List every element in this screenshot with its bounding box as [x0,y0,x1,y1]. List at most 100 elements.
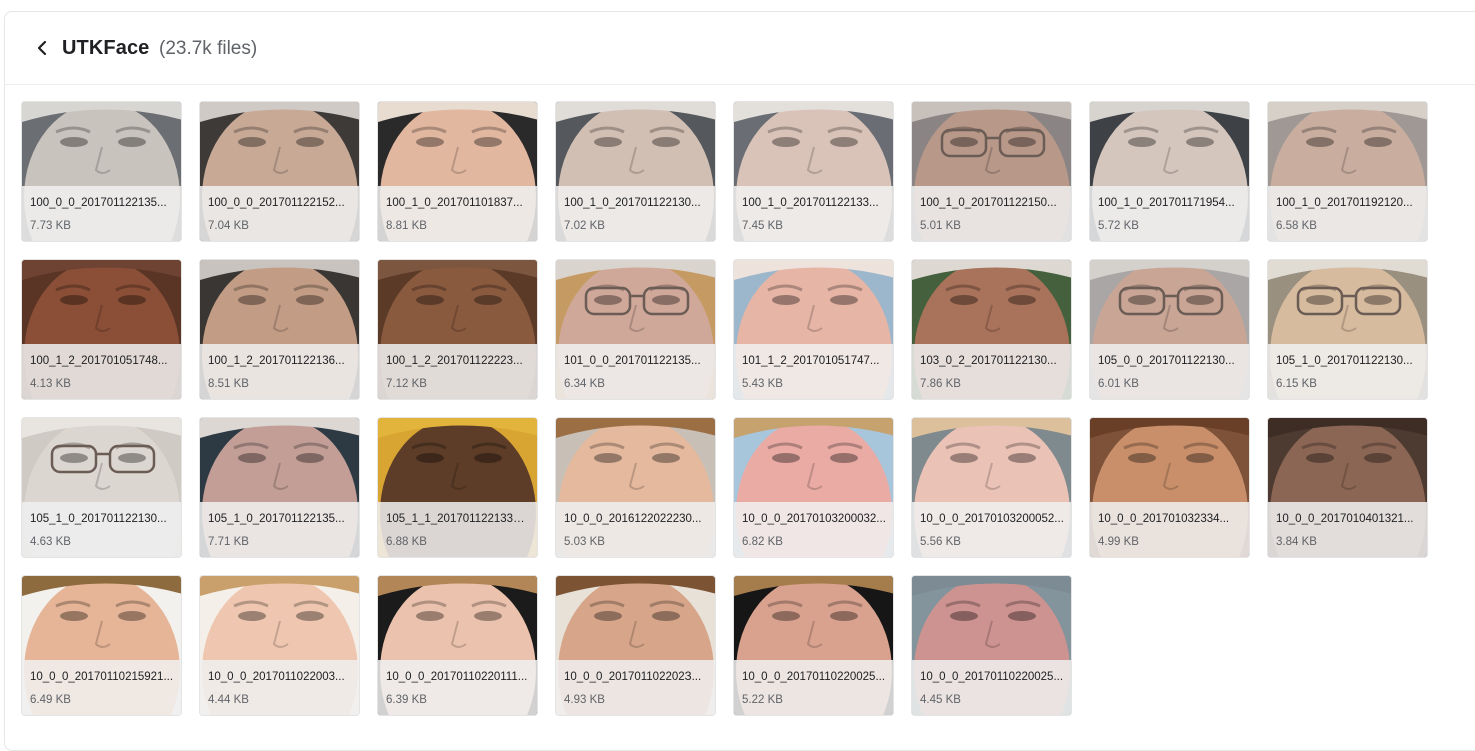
chevron-left-icon [37,40,47,56]
file-size: 7.04 KB [208,220,249,232]
file-size: 4.44 KB [208,694,249,706]
file-size: 8.81 KB [386,220,427,232]
file-card[interactable]: 100_0_0_201701122135... 7.73 KB [21,101,182,242]
dataset-title: UTKFace [62,37,150,59]
caption-overlay [734,660,893,715]
file-name: 100_1_0_201701122150... [920,197,1057,209]
file-name: 10_0_0_2016122022230... [564,513,702,525]
file-card[interactable]: 105_1_0_201701122130... 6.15 KB [1267,259,1428,400]
caption-overlay [1268,502,1427,557]
file-name: 101_0_0_201701122135... [564,355,701,367]
file-name: 100_1_2_201701122136... [208,355,345,367]
file-card[interactable]: 100_1_0_201701171954... 5.72 KB [1089,101,1250,242]
file-card[interactable]: 100_1_2_201701122136... 8.51 KB [199,259,360,400]
file-name: 10_0_0_2017011022003... [208,671,345,683]
file-card[interactable]: 10_0_0_20170103200032... 6.82 KB [733,417,894,558]
caption-overlay [1090,344,1249,399]
file-name: 100_1_2_201701122223... [386,355,523,367]
file-card[interactable]: 105_1_1_201701122133О... 6.88 KB [377,417,538,558]
file-card[interactable]: 10_0_0_201701102202З... 4.93 KB [555,575,716,716]
file-size: 5.22 KB [742,694,783,706]
file-card[interactable]: 105_1_0_201701122135... 7.71 KB [199,417,360,558]
file-card[interactable]: 100_1_2_201701051748... 4.13 KB [21,259,182,400]
caption-overlay [912,344,1071,399]
file-card[interactable]: 100_1_0_201701122150... 5.01 KB [911,101,1072,242]
file-name: 100_0_0_201701122152... [208,197,345,209]
file-card[interactable]: 100_1_2_201701122223... 7.12 KB [377,259,538,400]
caption-overlay [200,344,359,399]
file-name: 105_1_0_201701122135... [208,513,345,525]
file-card[interactable]: 100_0_0_201701122152... 7.04 KB [199,101,360,242]
file-size: 7.12 KB [386,378,427,390]
caption-overlay [556,344,715,399]
file-card[interactable]: 100_1_0_201701101837... 8.81 KB [377,101,538,242]
caption-overlay [1090,502,1249,557]
file-card[interactable]: 10_0_0_20170110220025... 5.22 KB [733,575,894,716]
file-name: 100_1_0_201701171954... [1098,197,1235,209]
caption-overlay [556,660,715,715]
file-size: 5.03 KB [564,536,605,548]
file-size: 3.84 KB [1276,536,1317,548]
file-name: 10_0_0_2017010401321... [1276,513,1414,525]
back-button[interactable] [31,37,53,59]
caption-overlay [378,660,537,715]
caption-overlay [912,186,1071,241]
file-size: 5.43 KB [742,378,783,390]
caption-overlay [556,502,715,557]
file-name: 10_0_0_20170103200052... [920,513,1064,525]
file-name: 105_0_0_201701122130... [1098,355,1235,367]
file-card[interactable]: 100_1_0_201701192120... 6.58 KB [1267,101,1428,242]
file-name: 100_1_2_201701051748... [30,355,168,367]
header: UTKFace (23.7k files) [5,12,1475,85]
file-name: 10_0_0_201701032334... [1098,513,1230,525]
file-name: 105_1_1_201701122133О... [386,513,531,525]
file-card[interactable]: 10_0_0_2017011022003... 4.44 KB [199,575,360,716]
file-name: 100_1_0_201701101837... [386,197,523,209]
caption-overlay [1090,186,1249,241]
file-name: 101_1_2_201701051747... [742,355,880,367]
caption-overlay [912,502,1071,557]
file-name: 100_1_0_201701122133... [742,197,879,209]
caption-overlay [378,502,537,557]
file-size: 6.39 KB [386,694,427,706]
file-size: 4.93 KB [564,694,605,706]
file-card[interactable]: 100_1_0_201701122133... 7.45 KB [733,101,894,242]
file-size: 7.86 KB [920,378,961,390]
file-size: 6.34 KB [564,378,605,390]
file-size: 7.71 KB [208,536,249,548]
file-size: 4.63 KB [30,536,71,548]
file-size: 6.15 KB [1276,378,1317,390]
file-card[interactable]: 101_0_0_201701122135... 6.34 KB [555,259,716,400]
caption-overlay [734,502,893,557]
caption-overlay [556,186,715,241]
file-name: 10_0_0_20170110220025... [742,671,886,683]
file-size: 7.73 KB [30,220,71,232]
file-name: 10_0_0_20170103200032... [742,513,886,525]
file-name: 103_0_2_201701122130... [920,355,1057,367]
file-card[interactable]: 105_0_0_201701122130... 6.01 KB [1089,259,1250,400]
file-card[interactable]: 10_0_0_201701032334... 4.99 KB [1089,417,1250,558]
file-card[interactable]: 10_0_0_20170110220025... 4.45 KB [911,575,1072,716]
file-count: (23.7k files) [159,38,258,59]
caption-overlay [378,186,537,241]
file-size: 5.56 KB [920,536,961,548]
file-name: 105_1_0_201701122130... [1276,355,1413,367]
file-card[interactable]: 10_0_0_2016122022230... 5.03 KB [555,417,716,558]
file-card[interactable]: 10_0_0_2017010401321... 3.84 KB [1267,417,1428,558]
file-card[interactable]: 101_1_2_201701051747... 5.43 KB [733,259,894,400]
file-size: 4.45 KB [920,694,961,706]
caption-overlay [22,344,181,399]
caption-overlay [200,502,359,557]
caption-overlay [1268,344,1427,399]
file-name: 100_0_0_201701122135... [30,197,167,209]
file-card[interactable]: 100_1_0_201701122130... 7.02 KB [555,101,716,242]
file-card[interactable]: 10_0_0_20170103200052... 5.56 KB [911,417,1072,558]
file-card[interactable]: 103_0_2_201701122130... 7.86 KB [911,259,1072,400]
file-card[interactable]: 10_0_0_20170110220111... 6.39 KB [377,575,538,716]
file-size: 4.99 KB [1098,536,1139,548]
caption-overlay [1268,186,1427,241]
file-card[interactable]: 10_0_0_20170110215921... 6.49 KB [21,575,182,716]
file-card[interactable]: 105_1_0_201701122130... 4.63 KB [21,417,182,558]
file-size: 8.51 KB [208,378,249,390]
file-size: 6.82 KB [742,536,783,548]
